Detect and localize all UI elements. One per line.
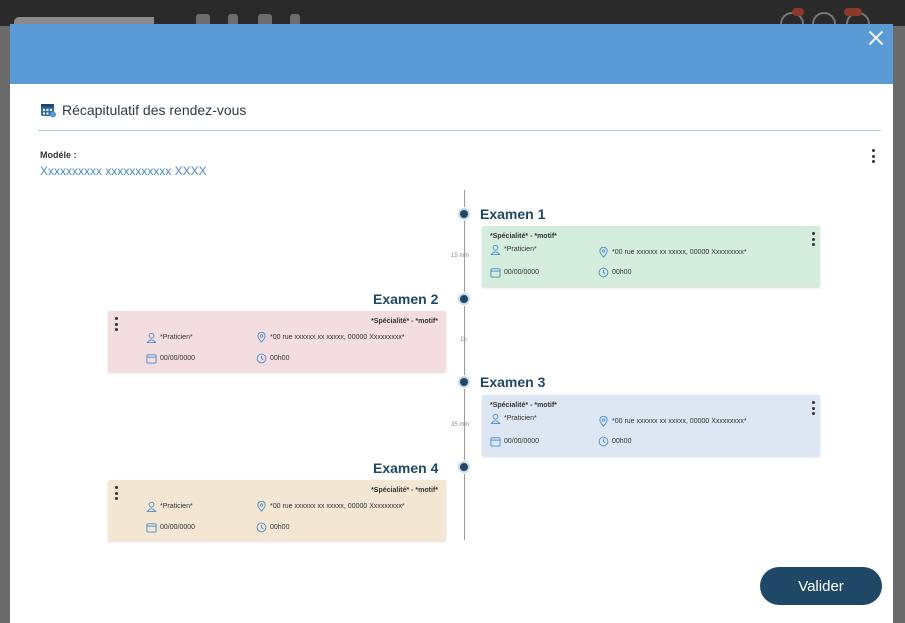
exam-practitioner: *Praticien* (490, 244, 537, 255)
exam-specialty: *Spécialité* - *motif* (490, 233, 557, 240)
model-menu-icon[interactable] (870, 149, 876, 163)
calendar-icon (490, 437, 501, 447)
calendar-icon (146, 523, 157, 533)
exam-menu-icon[interactable] (810, 232, 816, 246)
calendar-list-icon (41, 104, 56, 118)
exam-time-text: 00h00 (270, 355, 290, 362)
calendar-icon (146, 354, 157, 364)
exam-practitioner-text: *Praticien* (504, 415, 537, 422)
exam-date: 00/00/0000 (146, 353, 195, 364)
location-pin-icon (257, 501, 266, 512)
exam-title-3: Examen 3 (480, 374, 546, 390)
background-badge-2 (844, 8, 862, 16)
appointments-summary-modal: × Récapitulatif des rendez-vous Modéle :… (10, 24, 893, 623)
clock-icon (256, 353, 267, 364)
clock-icon (598, 436, 609, 447)
exam-title-4: Examen 4 (373, 460, 439, 476)
exam-practitioner: *Praticien* (146, 501, 193, 512)
timeline-node-2 (458, 293, 470, 305)
exam-time: 00h00 (598, 267, 631, 278)
user-icon (490, 244, 501, 255)
exam-specialty: *Spécialité* - *motif* (490, 402, 557, 409)
exam-time: 00h00 (256, 522, 289, 533)
model-value[interactable]: Xxxxxxxxxx xxxxxxxxxxx XXXX (40, 164, 207, 178)
exam-card-1[interactable]: *Spécialité* - *motif* *Praticien* *00 r… (482, 226, 820, 287)
divider (38, 130, 881, 131)
exam-address: *00 rue xxxxxx xx xxxxx, 00000 Xxxxxxxxx… (256, 501, 405, 512)
exam-practitioner-text: *Praticien* (160, 334, 193, 341)
exam-address-text: *00 rue xxxxxx xx xxxxx, 00000 Xxxxxxxxx… (270, 503, 405, 510)
location-pin-icon (599, 416, 608, 427)
exam-date: 00/00/0000 (490, 267, 539, 278)
duration-label-2: 1h (460, 337, 467, 343)
exam-time: 00h00 (598, 436, 631, 447)
location-pin-icon (257, 332, 266, 343)
exam-date-text: 00/00/0000 (504, 269, 540, 276)
exam-date-text: 00/00/0000 (160, 355, 196, 362)
section-title-text: Récapitulatif des rendez-vous (62, 102, 247, 118)
model-label: Modéle : (40, 150, 77, 160)
exam-time-text: 00h00 (270, 524, 290, 531)
exam-menu-icon[interactable] (810, 401, 816, 415)
exam-practitioner-text: *Praticien* (160, 503, 193, 510)
exam-date: 00/00/0000 (146, 522, 195, 533)
duration-label-1: 15 min (451, 253, 470, 259)
duration-label-3: 35 min (451, 422, 470, 428)
background-badge (792, 8, 804, 16)
exam-date-text: 00/00/0000 (504, 438, 540, 445)
background-right-panel (893, 26, 905, 623)
location-pin-icon (599, 247, 608, 258)
user-icon (146, 501, 157, 512)
timeline-line (464, 190, 465, 540)
exam-specialty: *Spécialité* - *motif* (371, 318, 438, 325)
exam-menu-icon[interactable] (113, 486, 119, 500)
modal-header: × (10, 24, 893, 84)
calendar-icon (490, 268, 501, 278)
exam-card-2[interactable]: *Spécialité* - *motif* *Praticien* *00 r… (108, 311, 446, 372)
exam-time: 00h00 (256, 353, 289, 364)
exam-time-text: 00h00 (612, 438, 632, 445)
section-title: Récapitulatif des rendez-vous (40, 102, 246, 118)
exam-practitioner: *Praticien* (490, 413, 537, 424)
clock-icon (598, 267, 609, 278)
timeline-node-1 (458, 208, 470, 220)
exam-date-text: 00/00/0000 (160, 524, 196, 531)
exam-time-text: 00h00 (612, 269, 632, 276)
exam-address: *00 rue xxxxxx xx xxxxx, 00000 Xxxxxxxxx… (256, 332, 405, 343)
exam-date: 00/00/0000 (490, 436, 539, 447)
exam-title-1: Examen 1 (480, 206, 546, 222)
clock-icon (256, 522, 267, 533)
exam-menu-icon[interactable] (113, 317, 119, 331)
validate-button[interactable]: Valider (760, 567, 882, 605)
close-icon[interactable]: × (865, 25, 887, 51)
exam-address: *00 rue xxxxxx xx xxxxx, 00000 Xxxxxxxxx… (598, 247, 747, 258)
timeline-node-3 (458, 376, 470, 388)
exam-practitioner-text: *Praticien* (504, 246, 537, 253)
background-left-panel (0, 26, 10, 623)
exam-specialty: *Spécialité* - *motif* (371, 487, 438, 494)
exam-address: *00 rue xxxxxx xx xxxxx, 00000 Xxxxxxxxx… (598, 416, 747, 427)
exam-title-2: Examen 2 (373, 291, 439, 307)
exam-address-text: *00 rue xxxxxx xx xxxxx, 00000 Xxxxxxxxx… (612, 418, 747, 425)
exam-address-text: *00 rue xxxxxx xx xxxxx, 00000 Xxxxxxxxx… (270, 334, 405, 341)
user-icon (146, 332, 157, 343)
exam-card-3[interactable]: *Spécialité* - *motif* *Praticien* *00 r… (482, 395, 820, 456)
exam-practitioner: *Praticien* (146, 332, 193, 343)
exam-card-4[interactable]: *Spécialité* - *motif* *Praticien* *00 r… (108, 480, 446, 541)
exam-address-text: *00 rue xxxxxx xx xxxxx, 00000 Xxxxxxxxx… (612, 249, 747, 256)
timeline-node-4 (458, 461, 470, 473)
user-icon (490, 413, 501, 424)
